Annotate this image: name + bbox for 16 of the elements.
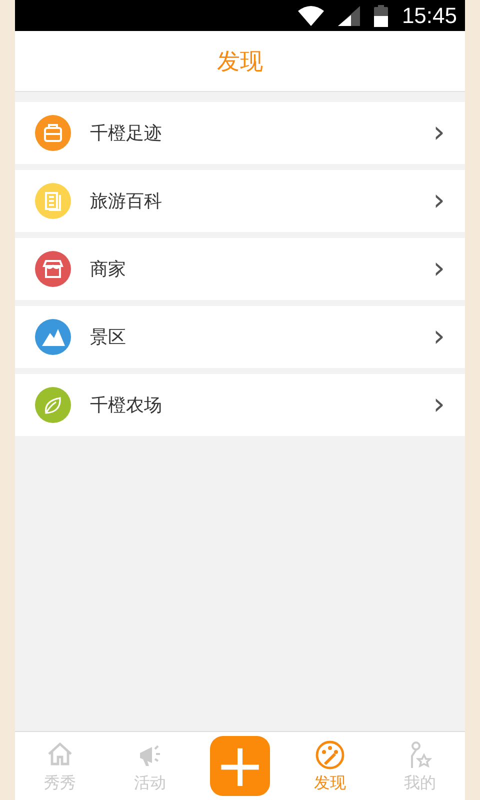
chevron-icon: › [433, 118, 445, 148]
chevron-icon: › [433, 186, 445, 216]
menu-item[interactable]: 景区 › [15, 306, 465, 368]
page-title: 发现 [217, 48, 263, 76]
chevron-icon: › [433, 322, 445, 352]
menu-item[interactable]: 旅游百科 › [15, 170, 465, 232]
wand-icon [314, 738, 346, 770]
signal-icon [338, 6, 360, 26]
clock-time: 15:45 [402, 2, 457, 28]
menu-item[interactable]: 千橙农场 › [15, 374, 465, 436]
menu-item[interactable]: 千橙足迹 › [15, 102, 465, 164]
battery-icon [374, 4, 388, 26]
chevron-icon: › [433, 254, 445, 284]
wifi-icon [298, 6, 324, 26]
chevron-icon: › [433, 390, 445, 420]
menu-item[interactable]: 商家 › [15, 238, 465, 300]
